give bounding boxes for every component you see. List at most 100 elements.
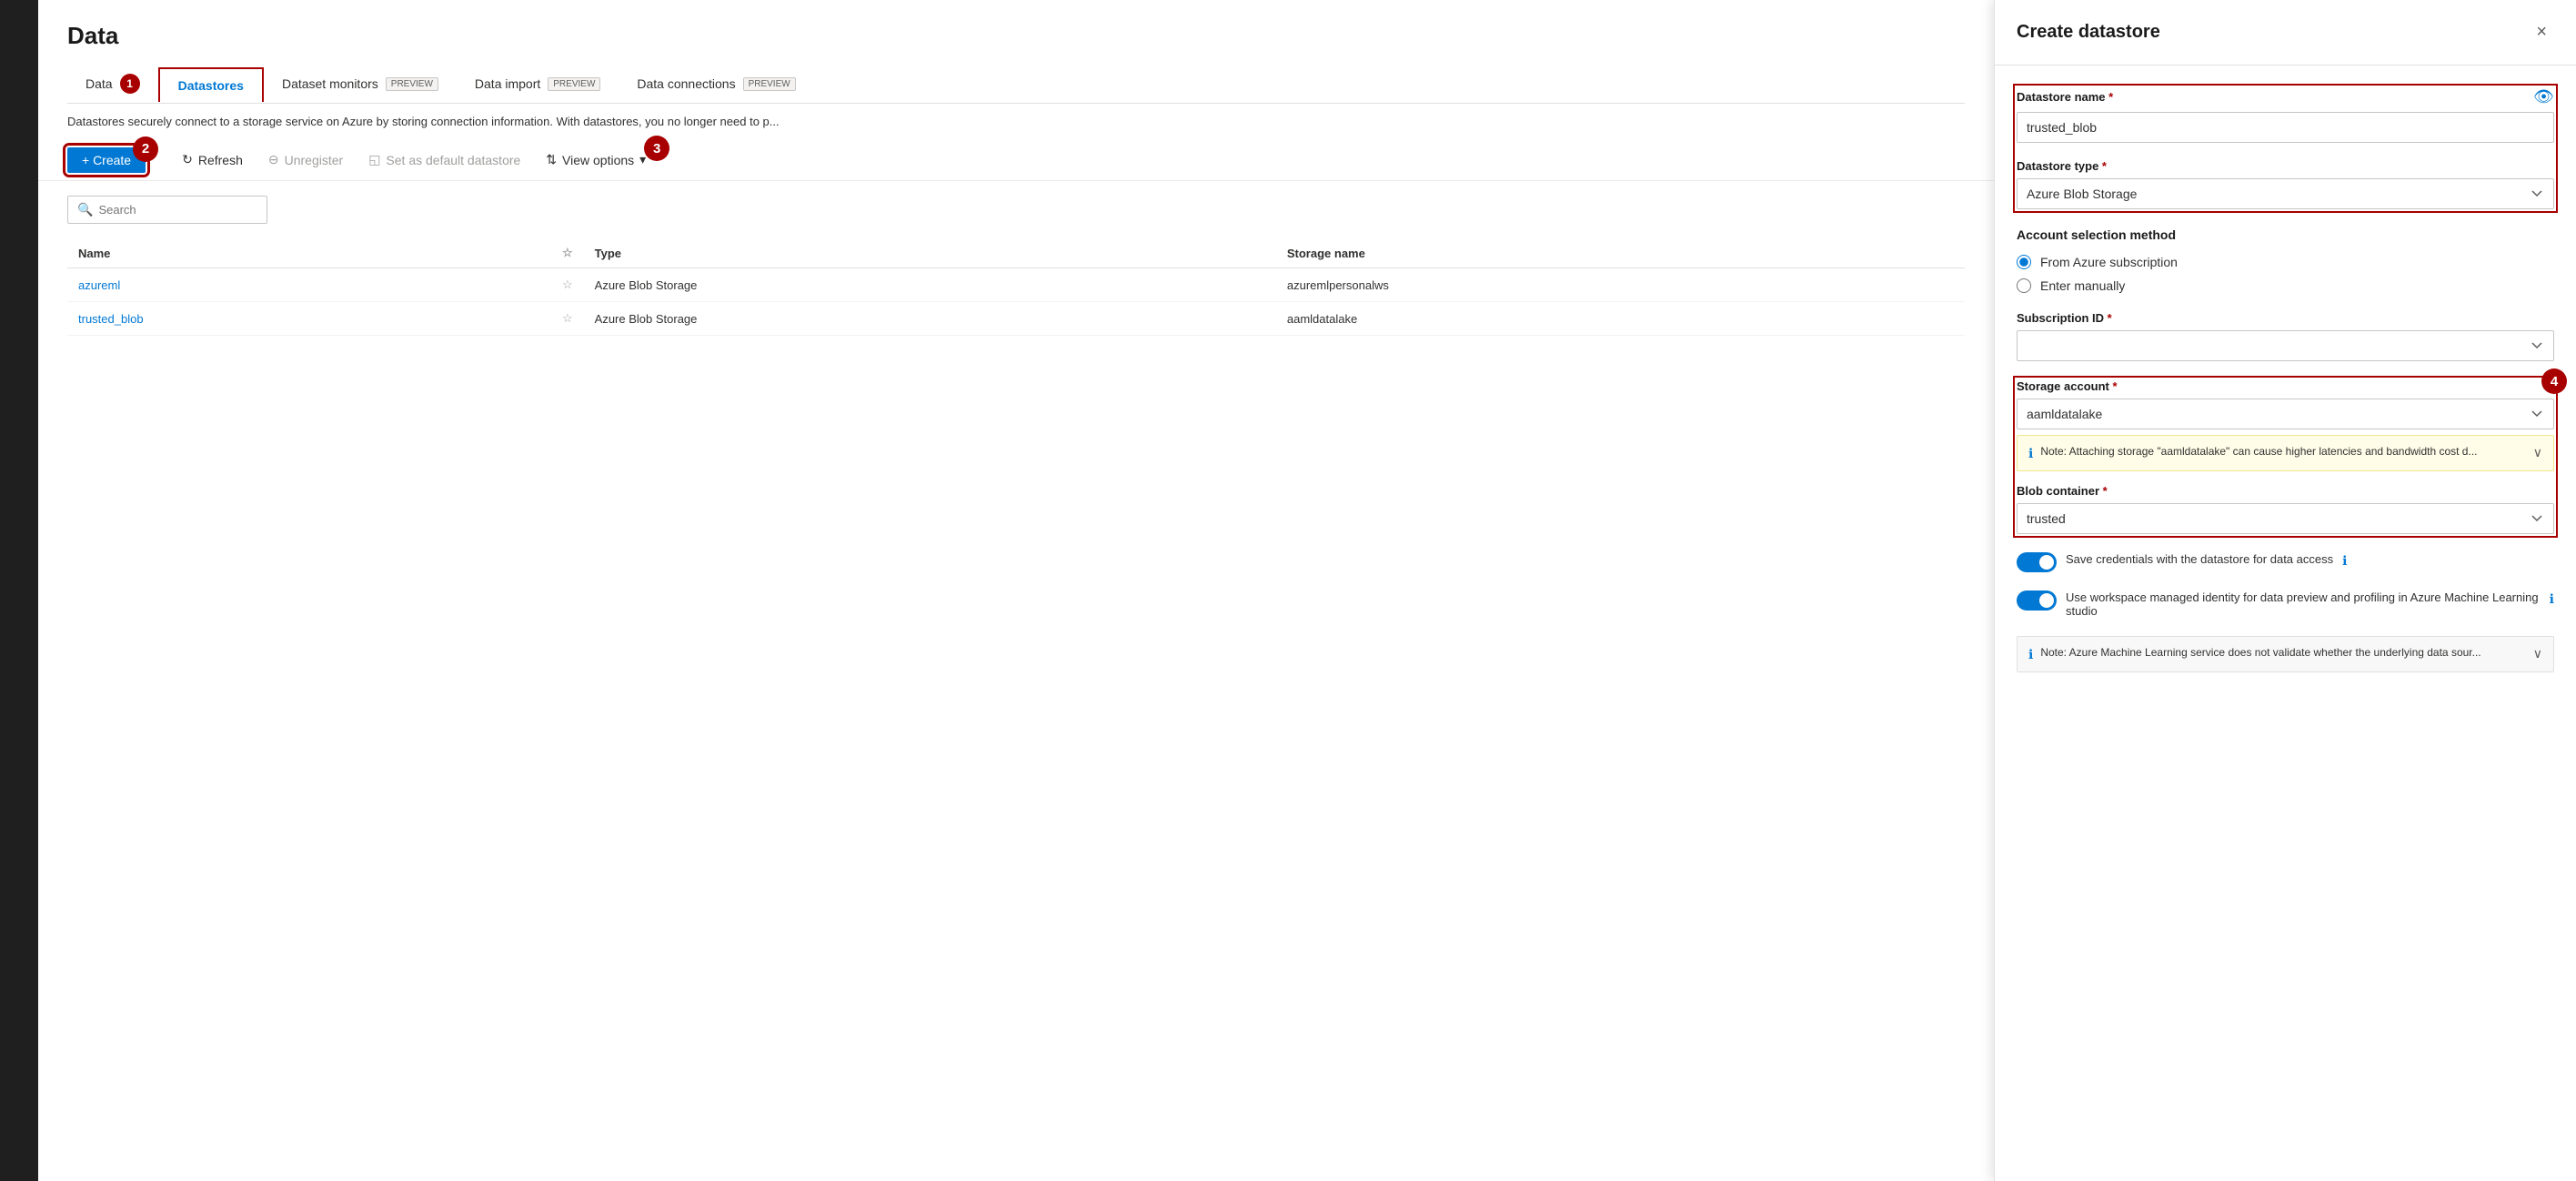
bottom-note-info-icon: ℹ bbox=[2028, 647, 2033, 662]
tab-data-connections-label: Data connections bbox=[637, 76, 735, 91]
create-datastore-panel: Create datastore × Datastore name 👁 Data… bbox=[1994, 0, 2576, 1181]
unregister-button[interactable]: ⊖ Unregister bbox=[257, 146, 354, 173]
datastore-type-select[interactable]: Azure Blob Storage Azure Data Lake Stora… bbox=[2017, 178, 2554, 209]
search-input[interactable] bbox=[98, 203, 257, 217]
radio-enter-manually-input[interactable] bbox=[2017, 278, 2031, 293]
storage-note-text: Note: Attaching storage "aamldatalake" c… bbox=[2040, 445, 2477, 458]
page-description: Datastores securely connect to a storage… bbox=[38, 104, 857, 139]
row-trusted-blob-star[interactable]: ☆ bbox=[551, 302, 584, 336]
subscription-id-label: Subscription ID bbox=[2017, 311, 2554, 325]
tab-dataset-monitors-label: Dataset monitors bbox=[282, 76, 378, 91]
col-favorite: ☆ bbox=[551, 238, 584, 268]
search-box[interactable]: 🔍 bbox=[67, 196, 267, 224]
save-credentials-row: Save credentials with the datastore for … bbox=[2017, 552, 2554, 572]
col-storage: Storage name bbox=[1276, 238, 1965, 268]
workspace-identity-slider bbox=[2017, 590, 2057, 611]
table-row: azureml ☆ Azure Blob Storage azuremlpers… bbox=[67, 268, 1965, 302]
tab-dataset-monitors-badge: PREVIEW bbox=[386, 77, 438, 91]
datastore-name-section: Datastore name 👁 Datastore type Azure Bl… bbox=[2017, 87, 2554, 209]
tab-datastores-label: Datastores bbox=[178, 78, 244, 93]
tab-data-connections-badge: PREVIEW bbox=[743, 77, 796, 91]
radio-from-azure-input[interactable] bbox=[2017, 255, 2031, 269]
left-sidebar bbox=[0, 0, 38, 1181]
set-default-button[interactable]: ◱ Set as default datastore bbox=[357, 146, 531, 173]
row-trusted-blob-type: Azure Blob Storage bbox=[584, 302, 1276, 336]
panel-header: Create datastore × bbox=[1995, 0, 2576, 66]
account-selection-label: Account selection method bbox=[2017, 227, 2554, 242]
close-panel-button[interactable]: × bbox=[2529, 18, 2554, 46]
storage-account-label: Storage account bbox=[2017, 379, 2554, 393]
page-header: Data Data 1 Datastores Dataset monitors … bbox=[38, 0, 1994, 104]
bottom-note-text: Note: Azure Machine Learning service doe… bbox=[2040, 646, 2480, 659]
row-azureml-type: Azure Blob Storage bbox=[584, 268, 1276, 302]
table-area: 🔍 Name ☆ Type Storage name azureml ☆ Azu… bbox=[38, 181, 1994, 1181]
datastore-type-label: Datastore type bbox=[2017, 159, 2554, 173]
step-4-badge: 4 bbox=[2541, 368, 2567, 394]
tab-data-connections[interactable]: Data connections PREVIEW bbox=[619, 67, 813, 100]
save-credentials-info-icon[interactable]: ℹ bbox=[2342, 553, 2347, 569]
tab-data[interactable]: Data 1 bbox=[67, 65, 158, 103]
step-2-badge: 2 bbox=[133, 136, 158, 162]
row-trusted-blob-name[interactable]: trusted_blob bbox=[78, 312, 144, 326]
workspace-identity-toggle[interactable] bbox=[2017, 590, 2057, 611]
workspace-identity-row: Use workspace managed identity for data … bbox=[2017, 590, 2554, 618]
radio-from-azure-label: From Azure subscription bbox=[2040, 255, 2178, 269]
search-icon: 🔍 bbox=[77, 202, 93, 217]
radio-enter-manually-label: Enter manually bbox=[2040, 278, 2125, 293]
datastores-table: Name ☆ Type Storage name azureml ☆ Azure… bbox=[67, 238, 1965, 336]
step-3-badge: 3 bbox=[644, 136, 669, 161]
unregister-icon: ⊖ bbox=[268, 152, 279, 167]
refresh-button[interactable]: ↻ Refresh bbox=[171, 146, 254, 173]
workspace-identity-label: Use workspace managed identity for data … bbox=[2066, 590, 2541, 618]
toolbar: + Create 2 ↻ Refresh ⊖ Unregister ◱ Set … bbox=[38, 139, 1994, 181]
row-trusted-blob-storage: aamldatalake bbox=[1276, 302, 1965, 336]
expand-note-icon[interactable]: ∨ bbox=[2533, 445, 2542, 460]
bottom-note-box: ℹ Note: Azure Machine Learning service d… bbox=[2017, 636, 2554, 672]
table-row: trusted_blob ☆ Azure Blob Storage aamlda… bbox=[67, 302, 1965, 336]
account-selection-section: Account selection method From Azure subs… bbox=[2017, 227, 2554, 293]
tab-data-badge: 1 bbox=[120, 74, 140, 94]
datastore-name-input[interactable] bbox=[2017, 112, 2554, 143]
view-options-icon: ⇅ bbox=[546, 152, 557, 167]
storage-account-section: Storage account aamldatalake ℹ Note: Att… bbox=[2017, 379, 2554, 534]
tab-data-label: Data bbox=[86, 76, 113, 91]
datastore-name-label: Datastore name bbox=[2017, 90, 2113, 104]
tab-dataset-monitors[interactable]: Dataset monitors PREVIEW bbox=[264, 67, 457, 100]
tab-data-import[interactable]: Data import PREVIEW bbox=[457, 67, 619, 100]
main-content: Data Data 1 Datastores Dataset monitors … bbox=[38, 0, 1994, 1181]
workspace-identity-info-icon[interactable]: ℹ bbox=[2550, 591, 2554, 607]
col-name: Name bbox=[67, 238, 551, 268]
datastore-name-wrapper bbox=[2017, 112, 2554, 143]
radio-from-azure[interactable]: From Azure subscription bbox=[2017, 255, 2554, 269]
tab-datastores[interactable]: Datastores bbox=[158, 67, 264, 102]
expand-bottom-note-icon[interactable]: ∨ bbox=[2533, 646, 2542, 661]
page-title: Data bbox=[67, 22, 1965, 50]
unregister-label: Unregister bbox=[285, 153, 344, 167]
view-options-label: View options bbox=[562, 153, 634, 167]
blob-container-select[interactable]: trusted bbox=[2017, 503, 2554, 534]
storage-note-box: ℹ Note: Attaching storage "aamldatalake"… bbox=[2017, 435, 2554, 471]
tab-data-import-badge: PREVIEW bbox=[548, 77, 600, 91]
panel-body: Datastore name 👁 Datastore type Azure Bl… bbox=[1995, 66, 2576, 694]
row-azureml-name[interactable]: azureml bbox=[78, 278, 120, 292]
blob-container-label: Blob container bbox=[2017, 484, 2554, 498]
row-azureml-star[interactable]: ☆ bbox=[551, 268, 584, 302]
radio-enter-manually[interactable]: Enter manually bbox=[2017, 278, 2554, 293]
row-azureml-storage: azuremlpersonalws bbox=[1276, 268, 1965, 302]
account-selection-radio-group: From Azure subscription Enter manually bbox=[2017, 255, 2554, 293]
subscription-id-select[interactable] bbox=[2017, 330, 2554, 361]
storage-account-select[interactable]: aamldatalake bbox=[2017, 399, 2554, 429]
save-credentials-toggle[interactable] bbox=[2017, 552, 2057, 572]
eye-icon: 👁 bbox=[2533, 87, 2554, 106]
view-options-wrapper: ⇅ View options ▾ 3 bbox=[535, 146, 657, 173]
refresh-label: Refresh bbox=[198, 153, 243, 167]
col-type: Type bbox=[584, 238, 1276, 268]
panel-title: Create datastore bbox=[2017, 22, 2160, 43]
tab-data-import-label: Data import bbox=[475, 76, 540, 91]
save-credentials-slider bbox=[2017, 552, 2057, 572]
view-options-button[interactable]: ⇅ View options ▾ bbox=[535, 146, 657, 173]
subscription-id-section: Subscription ID bbox=[2017, 311, 2554, 361]
refresh-icon: ↻ bbox=[182, 152, 193, 167]
create-button-wrapper: + Create 2 bbox=[67, 147, 146, 173]
set-default-label: Set as default datastore bbox=[386, 153, 520, 167]
